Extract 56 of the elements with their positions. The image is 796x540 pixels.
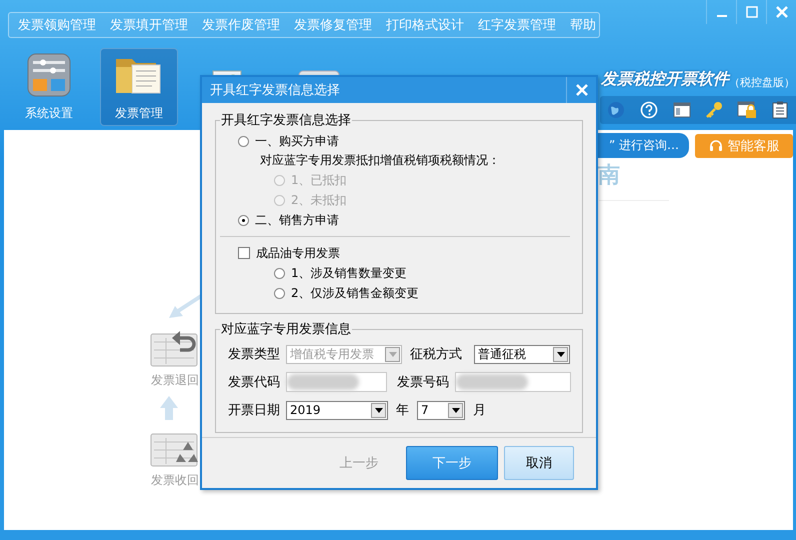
minimize-icon (716, 15, 726, 17)
radio-option[interactable]: 二、销售方申请 (238, 210, 339, 230)
app-edition: （税控盘版） (729, 76, 795, 90)
group-title: 对应蓝字专用发票信息 (220, 321, 352, 338)
toolbar-button[interactable]: 系统设置 (10, 48, 88, 126)
menu-item[interactable]: 发票修复管理 (287, 16, 379, 34)
close-icon (576, 84, 588, 96)
caret-icon (385, 346, 400, 362)
lock-window-icon (736, 101, 757, 119)
window-icon (672, 102, 691, 118)
flow-arrow (160, 396, 178, 420)
invoice-number-field[interactable] (455, 372, 571, 392)
month-unit: 月 (473, 402, 486, 419)
radio-option[interactable]: 1、涉及销售数量变更 (238, 263, 407, 283)
caret-icon (448, 402, 463, 418)
settings-icon (27, 52, 71, 96)
help-icon (640, 101, 658, 119)
dialog-button[interactable]: 取消 (504, 446, 574, 480)
sub-prompt: 对应蓝字专用发票抵扣增值税销项税额情况： (259, 152, 501, 169)
field-label: 开票日期 (228, 402, 280, 419)
key-icon (705, 101, 724, 119)
maximize-icon (746, 6, 758, 18)
radio-option[interactable]: 一、购买方申请 (238, 131, 339, 151)
field-label: 发票代码 (228, 374, 280, 391)
invoice-code-field[interactable] (286, 372, 387, 392)
menu-item[interactable]: 帮助 (563, 16, 603, 34)
tax-method-dropdown[interactable]: 普通征税 (474, 344, 570, 364)
menu-item[interactable]: 发票领购管理 (11, 16, 103, 34)
service-button[interactable]: 智能客服 (695, 134, 793, 158)
checkbox-option[interactable]: 成品油专用发票 (238, 243, 340, 263)
field-label: 发票号码 (397, 374, 449, 391)
group-title: 开具红字发票信息选择 (220, 112, 352, 129)
field-label: 发票类型 (228, 346, 280, 363)
headset-icon (708, 138, 722, 152)
clipboard-icon (772, 101, 788, 119)
close-icon (776, 6, 788, 18)
caret-icon (371, 402, 386, 418)
dialog-title: 开具红字发票信息选择 (210, 82, 340, 99)
year-dropdown[interactable]: 2019 (286, 400, 388, 420)
app-title: 发票税控开票软件 (601, 69, 729, 90)
menu-item[interactable]: 打印格式设计 (379, 16, 471, 34)
menu-item[interactable]: 发票填开管理 (103, 16, 195, 34)
field-label: 征税方式 (410, 346, 462, 363)
month-dropdown[interactable]: 7 (417, 400, 465, 420)
caret-icon (553, 346, 568, 362)
invoice-return-icon (150, 328, 200, 368)
year-unit: 年 (396, 402, 409, 419)
dialog-button[interactable]: 下一步 (406, 446, 498, 480)
toolbar-button[interactable]: 发票管理 (100, 48, 178, 126)
globe-icon (607, 101, 626, 119)
guide-heading: 南 (598, 162, 620, 190)
menu-item[interactable]: 红字发票管理 (471, 16, 563, 34)
flow-node[interactable]: 发票收回 (150, 428, 200, 489)
flow-node[interactable]: 发票退回 (150, 328, 200, 389)
radio-option[interactable]: 2、仅涉及销售金额变更 (238, 283, 419, 303)
menu-item[interactable]: 发票作废管理 (195, 16, 287, 34)
